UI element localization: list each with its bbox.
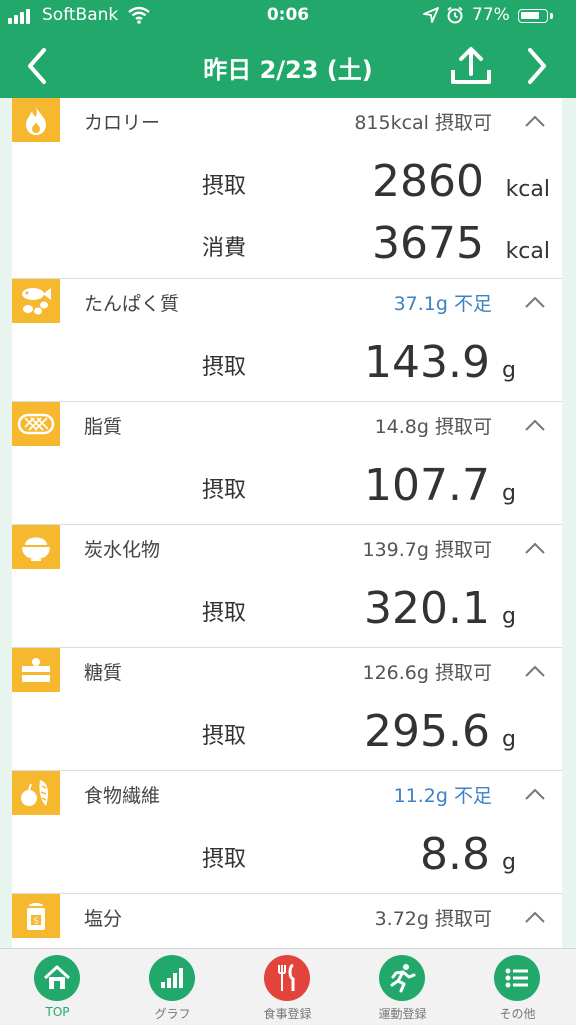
section-header[interactable]: たんぱく質 37.1g 不足 — [12, 279, 562, 331]
section-title: 糖質 — [84, 662, 123, 684]
row-unit: g — [502, 604, 516, 629]
section-status: 37.1g 不足 — [393, 293, 492, 315]
tab-exercise-log[interactable]: 運動登録 — [345, 949, 460, 1025]
row-label: 摂取 — [202, 174, 247, 199]
salt-shaker-icon: S — [12, 894, 60, 938]
row-value: 107.7 — [364, 460, 490, 511]
section-header[interactable]: 脂質 14.8g 摂取可 — [12, 402, 562, 454]
value-row: 摂取 107.7 g — [12, 454, 562, 516]
tab-label: TOP — [45, 1005, 70, 1019]
section-header[interactable]: カロリー 815kcal 摂取可 — [12, 98, 562, 150]
row-value: 143.9 — [364, 337, 490, 388]
tab-label: グラフ — [154, 1007, 191, 1021]
section-title: 食物繊維 — [84, 785, 161, 807]
apple-vegetable-icon — [12, 771, 60, 815]
row-unit: g — [502, 358, 516, 383]
upload-share-icon[interactable] — [448, 44, 494, 88]
nav-bar: 昨日 2/23 (土) — [0, 32, 576, 98]
tab-top[interactable]: TOP — [0, 949, 115, 1025]
section-title: カロリー — [84, 112, 161, 134]
value-row: 摂取 8.8 g — [12, 823, 562, 885]
nutrient-section-carbohydrate: 炭水化物 139.7g 摂取可 摂取 320.1 g — [12, 525, 562, 648]
section-status: 3.72g 摂取可 — [374, 908, 492, 930]
nutrient-section-fat: 脂質 14.8g 摂取可 摂取 107.7 g — [12, 402, 562, 525]
section-title: 塩分 — [84, 908, 123, 930]
section-header[interactable]: 糖質 126.6g 摂取可 — [12, 648, 562, 700]
chevron-up-icon[interactable] — [524, 295, 546, 309]
row-label: 摂取 — [202, 601, 247, 626]
row-value: 3675 — [372, 218, 484, 269]
chevron-up-icon[interactable] — [524, 787, 546, 801]
chevron-up-icon[interactable] — [524, 910, 546, 924]
nutrient-section-salt: S 塩分 3.72g 摂取可 — [12, 894, 562, 946]
value-row: 摂取 320.1 g — [12, 577, 562, 639]
row-unit: g — [502, 727, 516, 752]
section-title: たんぱく質 — [84, 293, 180, 315]
section-status: 815kcal 摂取可 — [354, 112, 492, 134]
row-label: 消費 — [202, 236, 247, 261]
chevron-up-icon[interactable] — [524, 664, 546, 678]
tab-graph[interactable]: グラフ — [115, 949, 230, 1025]
section-header[interactable]: 食物繊維 11.2g 不足 — [12, 771, 562, 823]
nutrient-section-protein: たんぱく質 37.1g 不足 摂取 143.9 g — [12, 279, 562, 402]
battery-icon — [518, 9, 548, 23]
row-value: 320.1 — [364, 583, 490, 634]
row-unit: kcal — [505, 239, 550, 264]
row-label: 摂取 — [202, 724, 247, 749]
list-icon — [494, 955, 540, 1001]
value-row: 摂取 2860 kcal — [12, 150, 562, 212]
value-row: 摂取 295.6 g — [12, 700, 562, 762]
svg-text:S: S — [33, 917, 38, 926]
section-header[interactable]: S 塩分 3.72g 摂取可 — [12, 894, 562, 946]
row-label: 摂取 — [202, 478, 247, 503]
value-row: 摂取 143.9 g — [12, 331, 562, 393]
fat-icon — [12, 402, 60, 446]
rice-bowl-icon — [12, 525, 60, 569]
nutrition-list: カロリー 815kcal 摂取可 摂取 2860 kcal 消費 3675 kc… — [12, 98, 562, 948]
bar-chart-icon — [149, 955, 195, 1001]
fork-knife-icon — [264, 955, 310, 1001]
row-value: 8.8 — [420, 829, 490, 880]
battery-percent: 77% — [472, 5, 510, 25]
section-status: 11.2g 不足 — [393, 785, 492, 807]
section-title: 炭水化物 — [84, 539, 161, 561]
flame-icon — [12, 98, 60, 142]
tab-label: 食事登録 — [263, 1007, 312, 1021]
alarm-clock-icon — [447, 6, 463, 24]
row-label: 摂取 — [202, 847, 247, 872]
nutrient-section-sugar: 糖質 126.6g 摂取可 摂取 295.6 g — [12, 648, 562, 771]
tab-label: 運動登録 — [378, 1007, 427, 1021]
section-status: 139.7g 摂取可 — [362, 539, 493, 561]
chevron-up-icon[interactable] — [524, 418, 546, 432]
chevron-up-icon[interactable] — [524, 541, 546, 555]
section-header[interactable]: 炭水化物 139.7g 摂取可 — [12, 525, 562, 577]
section-status: 126.6g 摂取可 — [362, 662, 493, 684]
tab-meal-log[interactable]: 食事登録 — [230, 949, 345, 1025]
value-row: 消費 3675 kcal — [12, 212, 562, 274]
tab-other[interactable]: その他 — [460, 949, 575, 1025]
nutrient-section-calorie: カロリー 815kcal 摂取可 摂取 2860 kcal 消費 3675 kc… — [12, 98, 562, 279]
home-icon — [34, 955, 80, 1001]
row-label: 摂取 — [202, 355, 247, 380]
row-unit: kcal — [505, 177, 550, 202]
section-title: 脂質 — [84, 416, 123, 438]
tab-label: その他 — [499, 1007, 536, 1021]
chevron-up-icon[interactable] — [524, 114, 546, 128]
cake-icon — [12, 648, 60, 692]
fish-beans-icon — [12, 279, 60, 323]
battery-tip — [550, 13, 553, 19]
section-status: 14.8g 摂取可 — [374, 416, 492, 438]
row-value: 2860 — [372, 156, 484, 207]
row-value: 295.6 — [364, 706, 490, 757]
row-unit: g — [502, 481, 516, 506]
nutrient-section-fiber: 食物繊維 11.2g 不足 摂取 8.8 g — [12, 771, 562, 894]
location-arrow-icon — [423, 7, 439, 23]
chevron-right-icon[interactable] — [522, 46, 552, 86]
runner-icon — [379, 955, 425, 1001]
row-unit: g — [502, 850, 516, 875]
tab-bar: TOP グラフ 食事登録 運動登録 その他 — [0, 948, 576, 1024]
status-bar: SoftBank 0:06 77% — [0, 0, 576, 32]
